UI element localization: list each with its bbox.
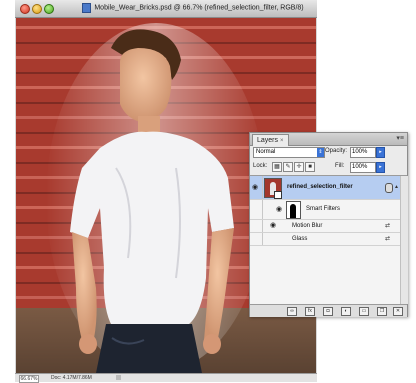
visibility-column — [250, 233, 263, 245]
zoom-window-button[interactable] — [44, 4, 54, 14]
visibility-column — [250, 220, 263, 232]
panel-tabbar: Layers × ▾≡ — [250, 133, 407, 146]
document-title-area: Mobile_Wear_Bricks.psd @ 66.7% (refined_… — [75, 3, 311, 15]
eye-icon[interactable]: ◉ — [252, 184, 258, 191]
adjustment-layer-icon[interactable]: ◐ — [341, 307, 351, 316]
blend-row: Normal ⇕ Opacity: 100% ▸ — [253, 147, 404, 158]
filter-mask-thumbnail[interactable] — [286, 201, 301, 219]
lock-pixels-icon[interactable]: ✎ — [283, 162, 293, 172]
smart-object-badge-icon — [274, 191, 282, 199]
layers-panel: Layers × ▾≡ Normal ⇕ Opacity: 100% ▸ Lock… — [249, 132, 408, 317]
lock-label: Lock: — [253, 163, 268, 169]
opacity-slider-button[interactable]: ▸ — [376, 147, 385, 158]
close-window-button[interactable] — [20, 4, 30, 14]
lock-all-icon[interactable]: ■ — [305, 162, 315, 172]
new-layer-icon[interactable]: ❐ — [377, 307, 387, 316]
lock-row: Lock: ▦ ✎ ✛ ■ Fill: 100% ▸ — [253, 162, 404, 173]
blend-mode-select[interactable]: Normal ⇕ — [253, 147, 325, 158]
opacity-input[interactable]: 100% — [350, 147, 376, 158]
opacity-label: Opacity: — [325, 148, 348, 154]
link-layers-icon[interactable]: ∞ — [287, 307, 297, 316]
tab-layers[interactable]: Layers × — [252, 134, 289, 146]
new-group-icon[interactable]: ▭ — [359, 307, 369, 316]
zoom-level-field[interactable]: 66.67% — [19, 375, 39, 383]
filter-options-icon[interactable]: ⇄ — [385, 235, 390, 242]
filter-label: Motion Blur — [292, 223, 323, 229]
filter-row-motion-blur[interactable]: ◉ Motion Blur ⇄ — [250, 220, 400, 233]
eye-icon[interactable]: ◉ — [276, 206, 282, 213]
status-menu-button[interactable] — [116, 375, 121, 380]
document-title: Mobile_Wear_Bricks.psd @ 66.7% (refined_… — [94, 4, 304, 12]
filter-options-icon[interactable]: ⇄ — [385, 222, 390, 229]
eye-icon[interactable]: ◉ — [270, 222, 276, 229]
tab-layers-label: Layers — [257, 137, 279, 144]
psd-file-icon — [82, 3, 92, 13]
layer-style-icon[interactable]: fx — [305, 307, 315, 316]
blend-mode-value: Normal — [256, 149, 276, 155]
layer-name: refined_selection_filter — [287, 184, 353, 190]
fill-label: Fill: — [335, 163, 345, 169]
document-size-info[interactable]: Doc: 4.17M/7.86M — [51, 375, 92, 381]
smart-filters-row[interactable]: ◉ Smart Filters — [250, 200, 400, 220]
layer-list: ◉ refined_selection_filter ▲ ◉ Smart Fil… — [250, 175, 408, 304]
collapse-arrow-icon[interactable]: ▲ — [394, 184, 399, 190]
fill-slider-button[interactable]: ▸ — [376, 162, 385, 173]
tab-close-icon[interactable]: × — [280, 138, 284, 144]
visibility-column: ◉ — [250, 176, 263, 199]
panel-footer: ∞ fx ◘ ◐ ▭ ❐ ✕ — [250, 304, 407, 317]
visibility-column — [250, 200, 263, 219]
panel-menu-icon[interactable]: ▾≡ — [396, 135, 404, 143]
mask-figure — [290, 204, 296, 218]
fill-input[interactable]: 100% — [350, 162, 376, 173]
minimize-window-button[interactable] — [32, 4, 42, 14]
layer-row-refined-selection-filter[interactable]: ◉ refined_selection_filter ▲ — [250, 176, 400, 200]
filter-row-glass[interactable]: Glass ⇄ — [250, 233, 400, 246]
delete-layer-icon[interactable]: ✕ — [393, 307, 403, 316]
smart-filter-indicator-icon — [385, 183, 393, 193]
document-titlebar[interactable]: Mobile_Wear_Bricks.psd @ 66.7% (refined_… — [15, 0, 317, 18]
chevron-updown-icon: ⇕ — [317, 148, 324, 157]
layers-scrollbar[interactable] — [400, 176, 408, 304]
lock-transparency-icon[interactable]: ▦ — [272, 162, 282, 172]
smart-filters-label: Smart Filters — [306, 206, 341, 212]
filter-label: Glass — [292, 236, 308, 242]
lock-position-icon[interactable]: ✛ — [294, 162, 304, 172]
add-mask-icon[interactable]: ◘ — [323, 307, 333, 316]
